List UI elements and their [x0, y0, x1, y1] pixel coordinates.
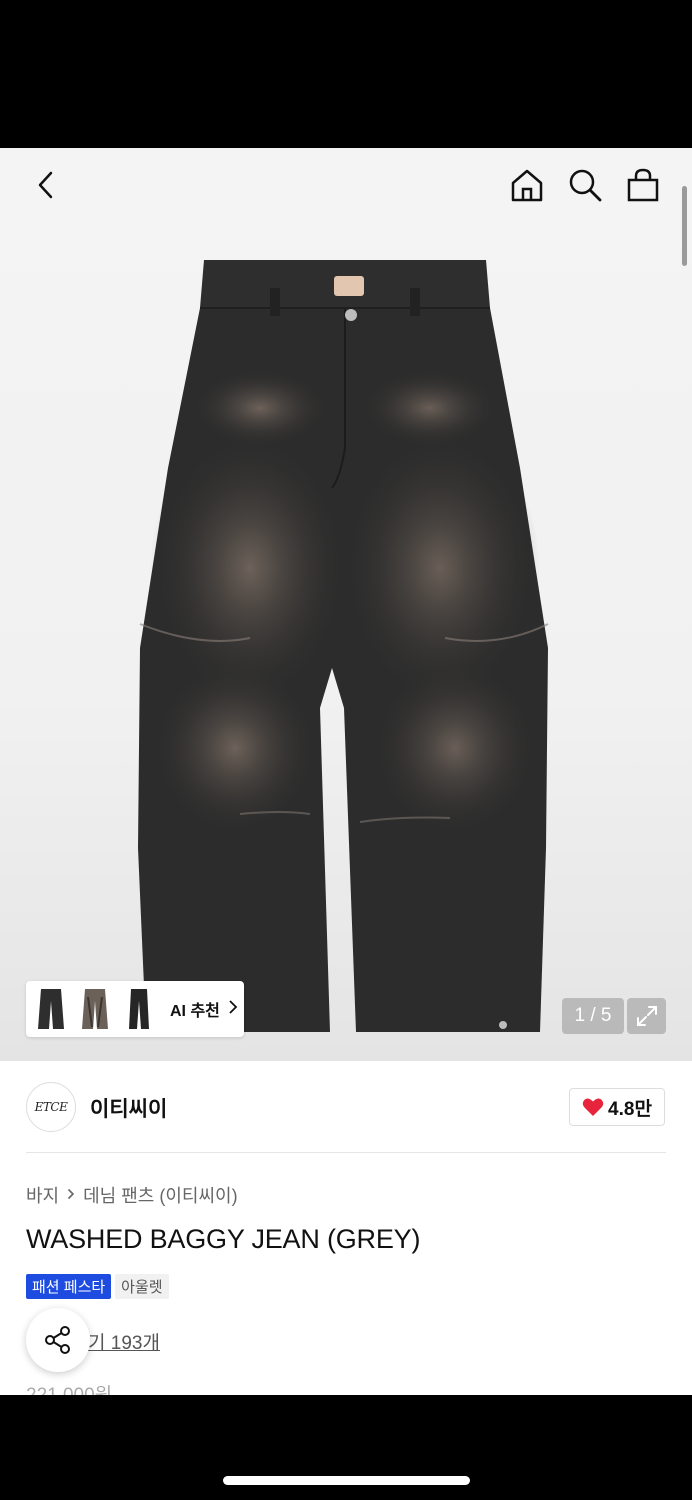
chevron-left-icon[interactable] — [27, 166, 65, 204]
original-price: 221,000원 — [26, 1380, 112, 1395]
expand-icon[interactable] — [627, 998, 666, 1034]
shopping-bag-icon[interactable] — [624, 166, 662, 204]
share-icon — [45, 1326, 70, 1354]
breadcrumb-item[interactable]: 바지 — [26, 1182, 59, 1208]
ai-recommend-strip[interactable]: AI 추천 — [26, 981, 244, 1037]
breadcrumb-item[interactable]: 데님 팬츠 (이티씨이) — [83, 1182, 237, 1208]
heart-icon — [582, 1098, 604, 1116]
product-screen: AI 추천 1 / 5 ETCE 이티씨이 4.8만 바지 데님 팬츠 (이티씨… — [0, 148, 692, 1395]
search-icon[interactable] — [566, 166, 604, 204]
brand-row[interactable]: ETCE 이티씨이 4.8만 — [0, 1061, 692, 1151]
breadcrumb: 바지 데님 팬츠 (이티씨이) — [26, 1182, 238, 1208]
status-bar-area — [0, 0, 692, 148]
like-count: 4.8만 — [608, 1098, 652, 1120]
home-icon[interactable] — [508, 166, 546, 204]
image-counter: 1 / 5 — [562, 998, 624, 1034]
product-badges: 패션 페스타 아울렛 — [26, 1274, 169, 1299]
divider — [26, 1152, 666, 1153]
chevron-right-icon — [67, 1187, 75, 1203]
like-button[interactable]: 4.8만 — [569, 1088, 665, 1126]
review-count-link[interactable]: 기 193개 — [88, 1328, 160, 1355]
brand-name[interactable]: 이티씨이 — [90, 1093, 167, 1123]
share-button[interactable] — [26, 1308, 90, 1372]
recommend-thumbnail[interactable] — [76, 985, 114, 1033]
top-navigation-bar — [0, 148, 692, 220]
recommend-thumbnail[interactable] — [120, 985, 158, 1033]
product-image-gallery[interactable]: AI 추천 1 / 5 — [0, 148, 692, 1061]
badge-fashion-festa: 패션 페스타 — [26, 1274, 112, 1299]
product-image — [138, 260, 549, 1032]
product-title: WASHED BAGGY JEAN (GREY) — [26, 1224, 421, 1254]
chevron-right-icon — [228, 999, 238, 1020]
badge-outlet: 아울렛 — [115, 1274, 169, 1299]
recommend-thumbnail[interactable] — [32, 985, 70, 1033]
scrollbar[interactable] — [682, 186, 687, 266]
brand-logo[interactable]: ETCE — [26, 1082, 76, 1132]
ai-recommend-label[interactable]: AI 추천 — [170, 997, 220, 1021]
home-indicator[interactable] — [223, 1476, 470, 1485]
